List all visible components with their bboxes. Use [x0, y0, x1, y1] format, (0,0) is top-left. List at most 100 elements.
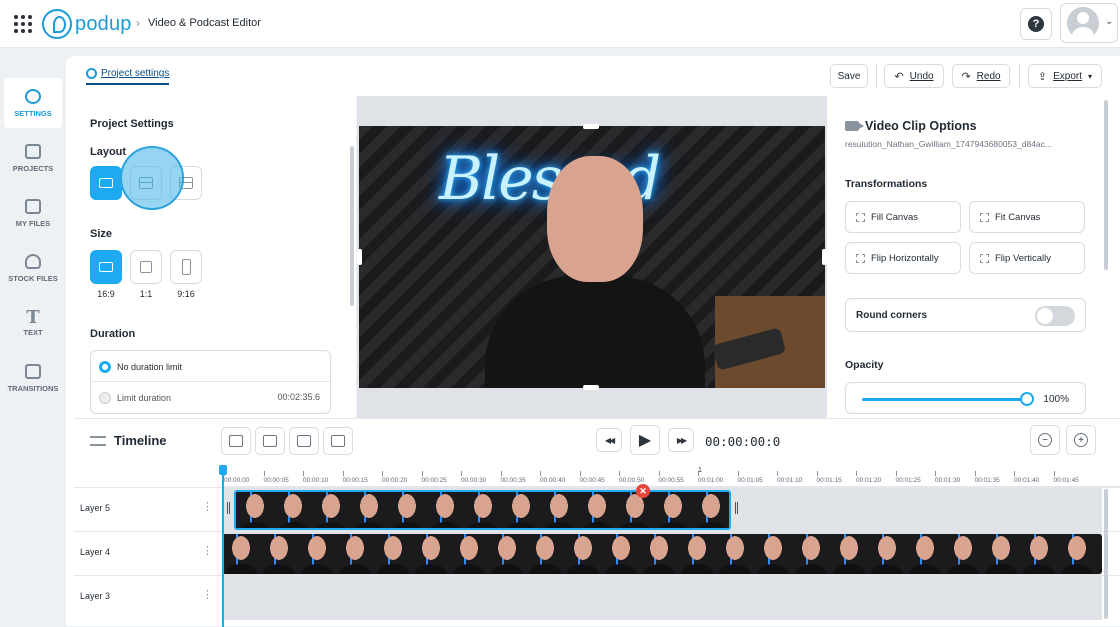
size-label: 1:1 [139, 289, 153, 299]
clip-trim-handle-right[interactable] [735, 502, 738, 514]
layer-label: Layer 4 [80, 547, 111, 557]
resize-handle-top[interactable] [583, 124, 599, 129]
pencil-icon [331, 435, 345, 447]
sidebar-item-projects[interactable]: PROJECTS [4, 133, 62, 183]
panel-scrollbar[interactable] [1104, 100, 1108, 270]
timeline-scrollbar[interactable] [1104, 489, 1108, 619]
opacity-slider-track[interactable] [862, 398, 1026, 401]
rewind-button[interactable]: ◀◀ [596, 428, 622, 452]
sidebar-item-stock-files[interactable]: STOCK FILES [4, 243, 62, 293]
video-clip-selected[interactable]: ✕ [234, 484, 731, 530]
zoom-out-button[interactable]: − [1030, 425, 1060, 455]
top-bar: podup › Video & Podcast Editor ? ⌄ [0, 0, 1120, 48]
ruler-tick-label: 00:00:15 [342, 471, 368, 484]
transformations-heading: Transformations [845, 178, 928, 190]
opacity-slider-handle[interactable] [1020, 392, 1034, 406]
resize-handle-left[interactable] [357, 249, 362, 265]
layer-track[interactable] [222, 576, 1102, 620]
clip-trim-handle-left[interactable] [227, 502, 230, 514]
sidebar: SETTINGS PROJECTS MY FILES STOCK FILES T… [0, 48, 66, 626]
button-label: Flip Vertically [995, 252, 1051, 264]
layer-menu-icon[interactable]: ⋮ [202, 588, 213, 601]
round-corners-toggle[interactable] [1035, 306, 1075, 326]
no-duration-limit-option[interactable]: No duration limit [99, 361, 182, 373]
layer-menu-icon[interactable]: ⋮ [202, 544, 213, 557]
button-label: Fit Canvas [995, 211, 1041, 223]
clip-filename: resulution_Nathan_Gwilliam_1747943680053… [845, 139, 1052, 149]
app-grid-icon[interactable] [14, 15, 32, 33]
timeline-ruler[interactable]: 00:00:00 00:00:05 00:00:10 00:00:15 00:00:20… [222, 465, 1120, 487]
ruler-tick-label: 00:01:15 [816, 471, 842, 484]
opacity-value: 100% [1043, 394, 1069, 405]
canvas-area: Blessed [357, 96, 827, 418]
rewind-icon: ◀◀ [604, 435, 615, 445]
resize-handle-right[interactable] [822, 249, 827, 265]
panel-scrollbar[interactable] [350, 146, 354, 306]
radio-selected[interactable] [99, 361, 111, 373]
ruler-tick-label: 00:00:25 [421, 471, 447, 484]
limit-duration-option[interactable]: Limit duration [99, 392, 171, 404]
ruler-tick-label: 00:00:10 [303, 471, 329, 484]
layer-row: Layer 5 ⋮ ✕ [74, 484, 1120, 532]
forward-button[interactable]: ▶▶ [668, 428, 694, 452]
help-button[interactable]: ? [1020, 8, 1052, 40]
click-indicator [120, 146, 184, 210]
fit-canvas-button[interactable]: Fit Canvas [969, 201, 1085, 233]
project-settings-link[interactable]: Project settings [86, 68, 170, 85]
split-tool-button[interactable] [255, 427, 285, 455]
duration-options: No duration limit Limit duration 00:02:3… [90, 350, 331, 414]
opacity-control: 100% [845, 382, 1086, 414]
cloud-icon [25, 253, 41, 269]
chevron-down-icon: ⌄ [1105, 16, 1114, 27]
flip-horizontally-button[interactable]: Flip Horizontally [845, 242, 961, 274]
export-label: Export [1053, 70, 1083, 82]
sidebar-item-my-files[interactable]: MY FILES [4, 188, 62, 238]
sidebar-item-text[interactable]: T TEXT [4, 298, 62, 348]
fast-forward-icon: ▶▶ [676, 435, 687, 445]
size-16-9-button[interactable] [90, 250, 122, 284]
undo-icon: ↶ [894, 70, 904, 83]
sidebar-item-label: PROJECTS [12, 163, 54, 173]
ruler-tick-label: 00:01:05 [737, 471, 763, 484]
resize-handle-bottom[interactable] [583, 385, 599, 390]
sidebar-item-transitions[interactable]: TRANSITIONS [4, 353, 62, 403]
playhead[interactable] [219, 465, 227, 627]
layer-menu-icon[interactable]: ⋮ [202, 500, 213, 513]
user-menu-button[interactable]: ⌄ [1060, 3, 1118, 43]
size-1-1-button[interactable] [130, 250, 162, 284]
chevron-right-icon: › [136, 16, 140, 30]
size-9-16-button[interactable] [170, 250, 202, 284]
sidebar-item-settings[interactable]: SETTINGS [4, 78, 62, 128]
undo-label: Undo [909, 70, 934, 82]
undo-button[interactable]: ↶ Undo [884, 64, 944, 88]
redo-button[interactable]: ↷ Redo [952, 64, 1010, 88]
video-preview[interactable]: Blessed [359, 126, 825, 388]
sidebar-item-label: SETTINGS [14, 108, 52, 118]
play-button[interactable]: ▶ [630, 425, 660, 455]
gear-icon [86, 68, 97, 79]
sidebar-item-label: TRANSITIONS [7, 383, 59, 393]
fill-canvas-button[interactable]: Fill Canvas [845, 201, 961, 233]
trim-tool-button[interactable] [289, 427, 319, 455]
layout-heading: Layout [90, 146, 127, 158]
layers-tool-button[interactable] [221, 427, 251, 455]
fill-canvas-icon [856, 212, 865, 222]
export-button[interactable]: ⇪ Export ▾ [1028, 64, 1102, 88]
save-button[interactable]: Save [830, 64, 868, 88]
layers-icon [229, 435, 243, 447]
delete-clip-icon[interactable]: ✕ [636, 484, 650, 498]
redo-icon: ↷ [961, 70, 971, 83]
edit-tool-button[interactable] [323, 427, 353, 455]
layout-single-button[interactable] [90, 166, 122, 200]
option-label: Limit duration [117, 393, 172, 403]
video-clip[interactable] [222, 534, 1102, 574]
logo-mark-icon [42, 9, 72, 39]
podup-logo[interactable]: podup [42, 9, 132, 39]
duration-value: 00:02:35.6 [277, 392, 320, 402]
split-icon [263, 435, 277, 447]
radio-unselected[interactable] [99, 392, 111, 404]
zoom-out-icon: − [1038, 433, 1052, 447]
zoom-in-button[interactable]: + [1066, 425, 1096, 455]
ruler-tick-label: 00:00:40 [540, 471, 566, 484]
flip-vertically-button[interactable]: Flip Vertically [969, 242, 1085, 274]
